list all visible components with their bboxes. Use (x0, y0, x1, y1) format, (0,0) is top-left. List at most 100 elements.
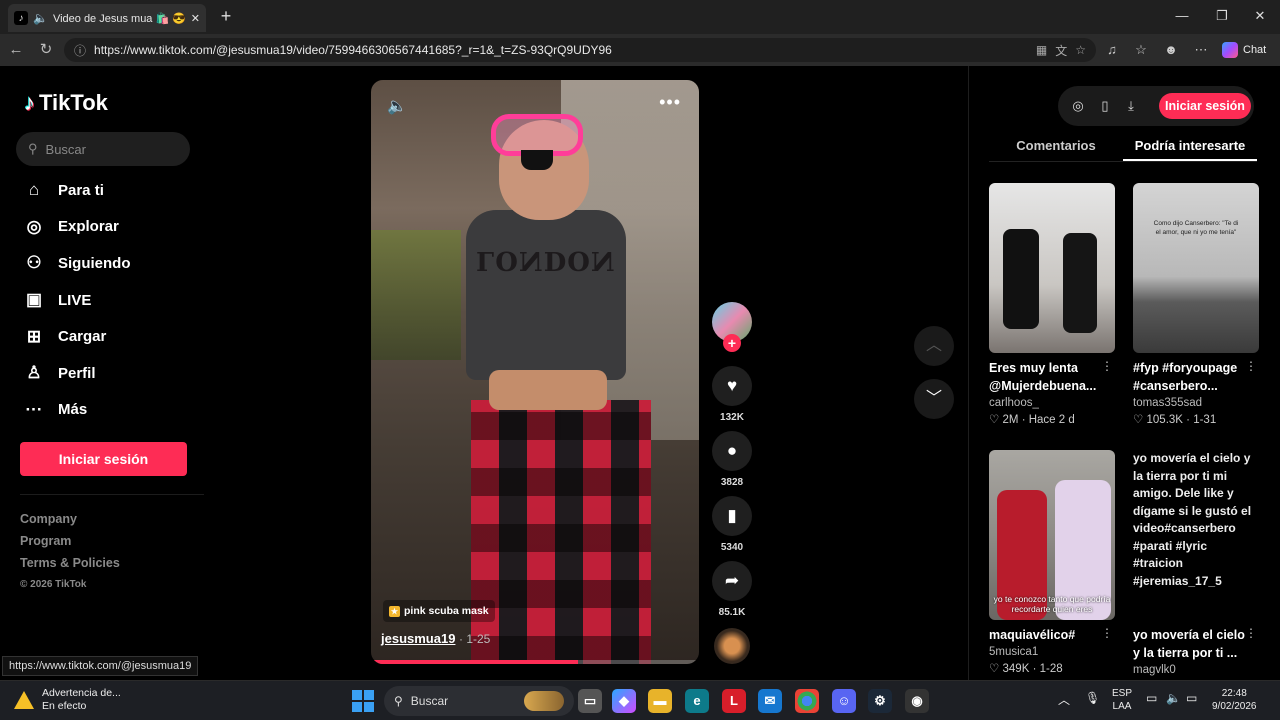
tiktok-logo[interactable]: ♪ TikTok (24, 90, 108, 116)
effect-label[interactable]: ★ pink scuba mask (383, 600, 495, 622)
task-view-icon[interactable]: ▭ (578, 689, 602, 713)
footer-link-terms[interactable]: Terms & Policies (20, 552, 120, 574)
compass-icon: ◎ (26, 216, 42, 236)
recommended-video-card[interactable]: yo movería el cielo y la tierra por ti m… (1133, 450, 1259, 678)
discord-icon[interactable]: ☺ (832, 689, 856, 713)
save-action[interactable]: ▮ 5340 (712, 496, 752, 553)
clock[interactable]: 22:48 9/02/2026 (1212, 687, 1257, 713)
sidebar-item-perfil[interactable]: ♙ Perfil (24, 355, 204, 392)
sidebar-item-live[interactable]: ▣ LIVE (24, 282, 204, 319)
maximize-button[interactable]: ❐ (1212, 6, 1232, 26)
profile-avatar-icon[interactable]: ☻ (1161, 40, 1181, 60)
video-player[interactable]: LONDON 🔈 ••• ★ pink scuba mask jesusmua1… (371, 80, 699, 664)
card-author[interactable]: tomas355sad (1133, 395, 1259, 411)
card-author[interactable]: carlhoos_ (989, 395, 1115, 411)
tab-close-icon[interactable]: ✕ (191, 12, 200, 25)
network-icon[interactable]: ▭ (1146, 691, 1157, 705)
window-close-button[interactable]: ✕ (1250, 6, 1270, 26)
sidebar-item-para-ti[interactable]: ⌂ Para ti (24, 172, 204, 209)
start-button[interactable] (352, 690, 374, 712)
video-progress-bar[interactable] (371, 660, 699, 664)
reader-view-icon[interactable]: ▦ (1036, 43, 1047, 57)
recommended-video-card[interactable]: yo te conozco tanto que podría recordart… (989, 450, 1115, 678)
app-l-icon[interactable]: L (722, 689, 746, 713)
card-more-icon[interactable]: ⋮ (1101, 626, 1113, 640)
video-thumbnail[interactable] (989, 183, 1115, 353)
favorites-icon[interactable]: ☆ (1131, 40, 1151, 60)
card-title[interactable]: Eres muy lenta @Mujerdebuena... (989, 359, 1115, 395)
mail-icon[interactable]: ✉ (758, 689, 782, 713)
previous-video-button[interactable]: ︿ (914, 326, 954, 366)
tab-comentarios[interactable]: Comentarios (989, 132, 1123, 161)
bookmark-icon[interactable]: ▮ (712, 496, 752, 536)
weather-warning-widget[interactable]: Advertencia de... En efecto (14, 687, 121, 713)
card-title[interactable]: #fyp #foryoupage #canserbero... (1133, 359, 1259, 395)
music-disc[interactable] (714, 628, 750, 664)
recommended-video-card[interactable]: Como dijo Canserbero: "Te di el amor, qu… (1133, 183, 1259, 429)
card-meta: ♡ 349K · 1-28 (989, 663, 1063, 675)
translate-icon[interactable]: 文 (1055, 42, 1067, 59)
reload-button[interactable]: ↻ (36, 40, 56, 60)
top-login-button[interactable]: Iniciar sesión (1159, 93, 1251, 119)
settings-more-icon[interactable]: ⋯ (1191, 40, 1211, 60)
card-more-icon[interactable]: ⋮ (1101, 359, 1113, 373)
volume-icon[interactable]: 🔈 (1166, 691, 1181, 705)
video-thumbnail[interactable]: Como dijo Canserbero: "Te di el amor, qu… (1133, 183, 1259, 353)
card-more-icon[interactable]: ⋮ (1245, 626, 1257, 640)
tray-overflow-icon[interactable]: ︿ (1058, 691, 1070, 708)
like-action[interactable]: ♥ 132K (712, 366, 752, 423)
compass-icon[interactable]: ◎ (1068, 96, 1088, 116)
search-input[interactable]: ⚲ Buscar (16, 132, 190, 166)
sidebar-item-explorar[interactable]: ◎ Explorar (24, 209, 204, 246)
sidebar-item-siguiendo[interactable]: ⚇ Siguiendo (24, 245, 204, 282)
sidebar-footer: Company Program Terms & Policies © 2026 … (20, 508, 120, 596)
card-author[interactable]: 5musica1 (989, 644, 1115, 660)
minimize-button[interactable]: — (1172, 6, 1192, 26)
footer-link-program[interactable]: Program (20, 530, 120, 552)
follow-plus-button[interactable]: + (723, 334, 741, 352)
footer-link-company[interactable]: Company (20, 508, 120, 530)
card-title[interactable]: yo movería el cielo y la tierra por ti .… (1133, 626, 1259, 662)
heart-icon[interactable]: ♥ (712, 366, 752, 406)
edge-browser-icon[interactable]: e (685, 689, 709, 713)
sidebar-login-button[interactable]: Iniciar sesión (20, 442, 187, 476)
next-video-button[interactable]: ﹀ (914, 379, 954, 419)
steam-icon[interactable]: ⚙ (868, 689, 892, 713)
browser-tab[interactable]: ♪ 🔈 Video de Jesus mua 🛍️ 😎 us ✕ (8, 4, 206, 32)
video-author-link[interactable]: jesusmua19 (381, 631, 455, 646)
sidebar-item-cargar[interactable]: ⊞ Cargar (24, 318, 204, 355)
sidebar-item-mas[interactable]: ··· Más (24, 392, 204, 429)
chrome-icon[interactable] (795, 689, 819, 713)
back-button[interactable]: ← (6, 40, 26, 60)
language-indicator[interactable]: ESP LAA (1112, 687, 1132, 713)
download-icon[interactable]: ⤓ (1121, 96, 1141, 116)
microphone-icon[interactable]: 🎙 (1085, 691, 1100, 705)
mobile-device-icon[interactable]: ▯ (1095, 96, 1115, 116)
music-extension-icon[interactable]: ♫ (1102, 40, 1122, 60)
address-bar[interactable]: ⓘ https://www.tiktok.com/@jesusmua19/vid… (64, 38, 1096, 62)
battery-icon[interactable]: ▭ (1186, 691, 1197, 705)
volume-icon[interactable]: 🔈 (387, 96, 407, 116)
site-info-icon[interactable]: ⓘ (74, 42, 86, 59)
comment-action[interactable]: ● 3828 (712, 431, 752, 488)
obs-icon[interactable]: ◉ (905, 689, 929, 713)
speaker-icon[interactable]: 🔈 (33, 11, 48, 25)
recommended-video-card[interactable]: Eres muy lenta @Mujerdebuena... ⋮ carlho… (989, 183, 1115, 429)
video-more-options-icon[interactable]: ••• (659, 92, 681, 113)
video-thumbnail[interactable]: yo te conozco tanto que podría recordart… (989, 450, 1115, 620)
favorite-star-icon[interactable]: ☆ (1075, 43, 1086, 57)
new-tab-button[interactable]: + (216, 6, 236, 26)
card-more-icon[interactable]: ⋮ (1245, 359, 1257, 373)
taskbar: Advertencia de... En efecto ⚲ Buscar ▭ ◆… (0, 680, 1280, 720)
taskbar-search[interactable]: ⚲ Buscar (384, 686, 574, 716)
copilot-app-icon[interactable]: ◆ (612, 689, 636, 713)
comment-icon[interactable]: ● (712, 431, 752, 471)
share-action[interactable]: ➦ 85.1K (712, 561, 752, 618)
card-author[interactable]: magvlk0 (1133, 662, 1259, 678)
card-title[interactable]: maquiavélico# (989, 626, 1115, 644)
video-thumbnail[interactable]: yo movería el cielo y la tierra por ti m… (1133, 450, 1259, 620)
copilot-chat-button[interactable]: Chat (1222, 40, 1274, 60)
share-icon[interactable]: ➦ (712, 561, 752, 601)
tab-podria-interesarte[interactable]: Podría interesarte (1123, 132, 1257, 161)
file-explorer-icon[interactable]: ▬ (648, 689, 672, 713)
